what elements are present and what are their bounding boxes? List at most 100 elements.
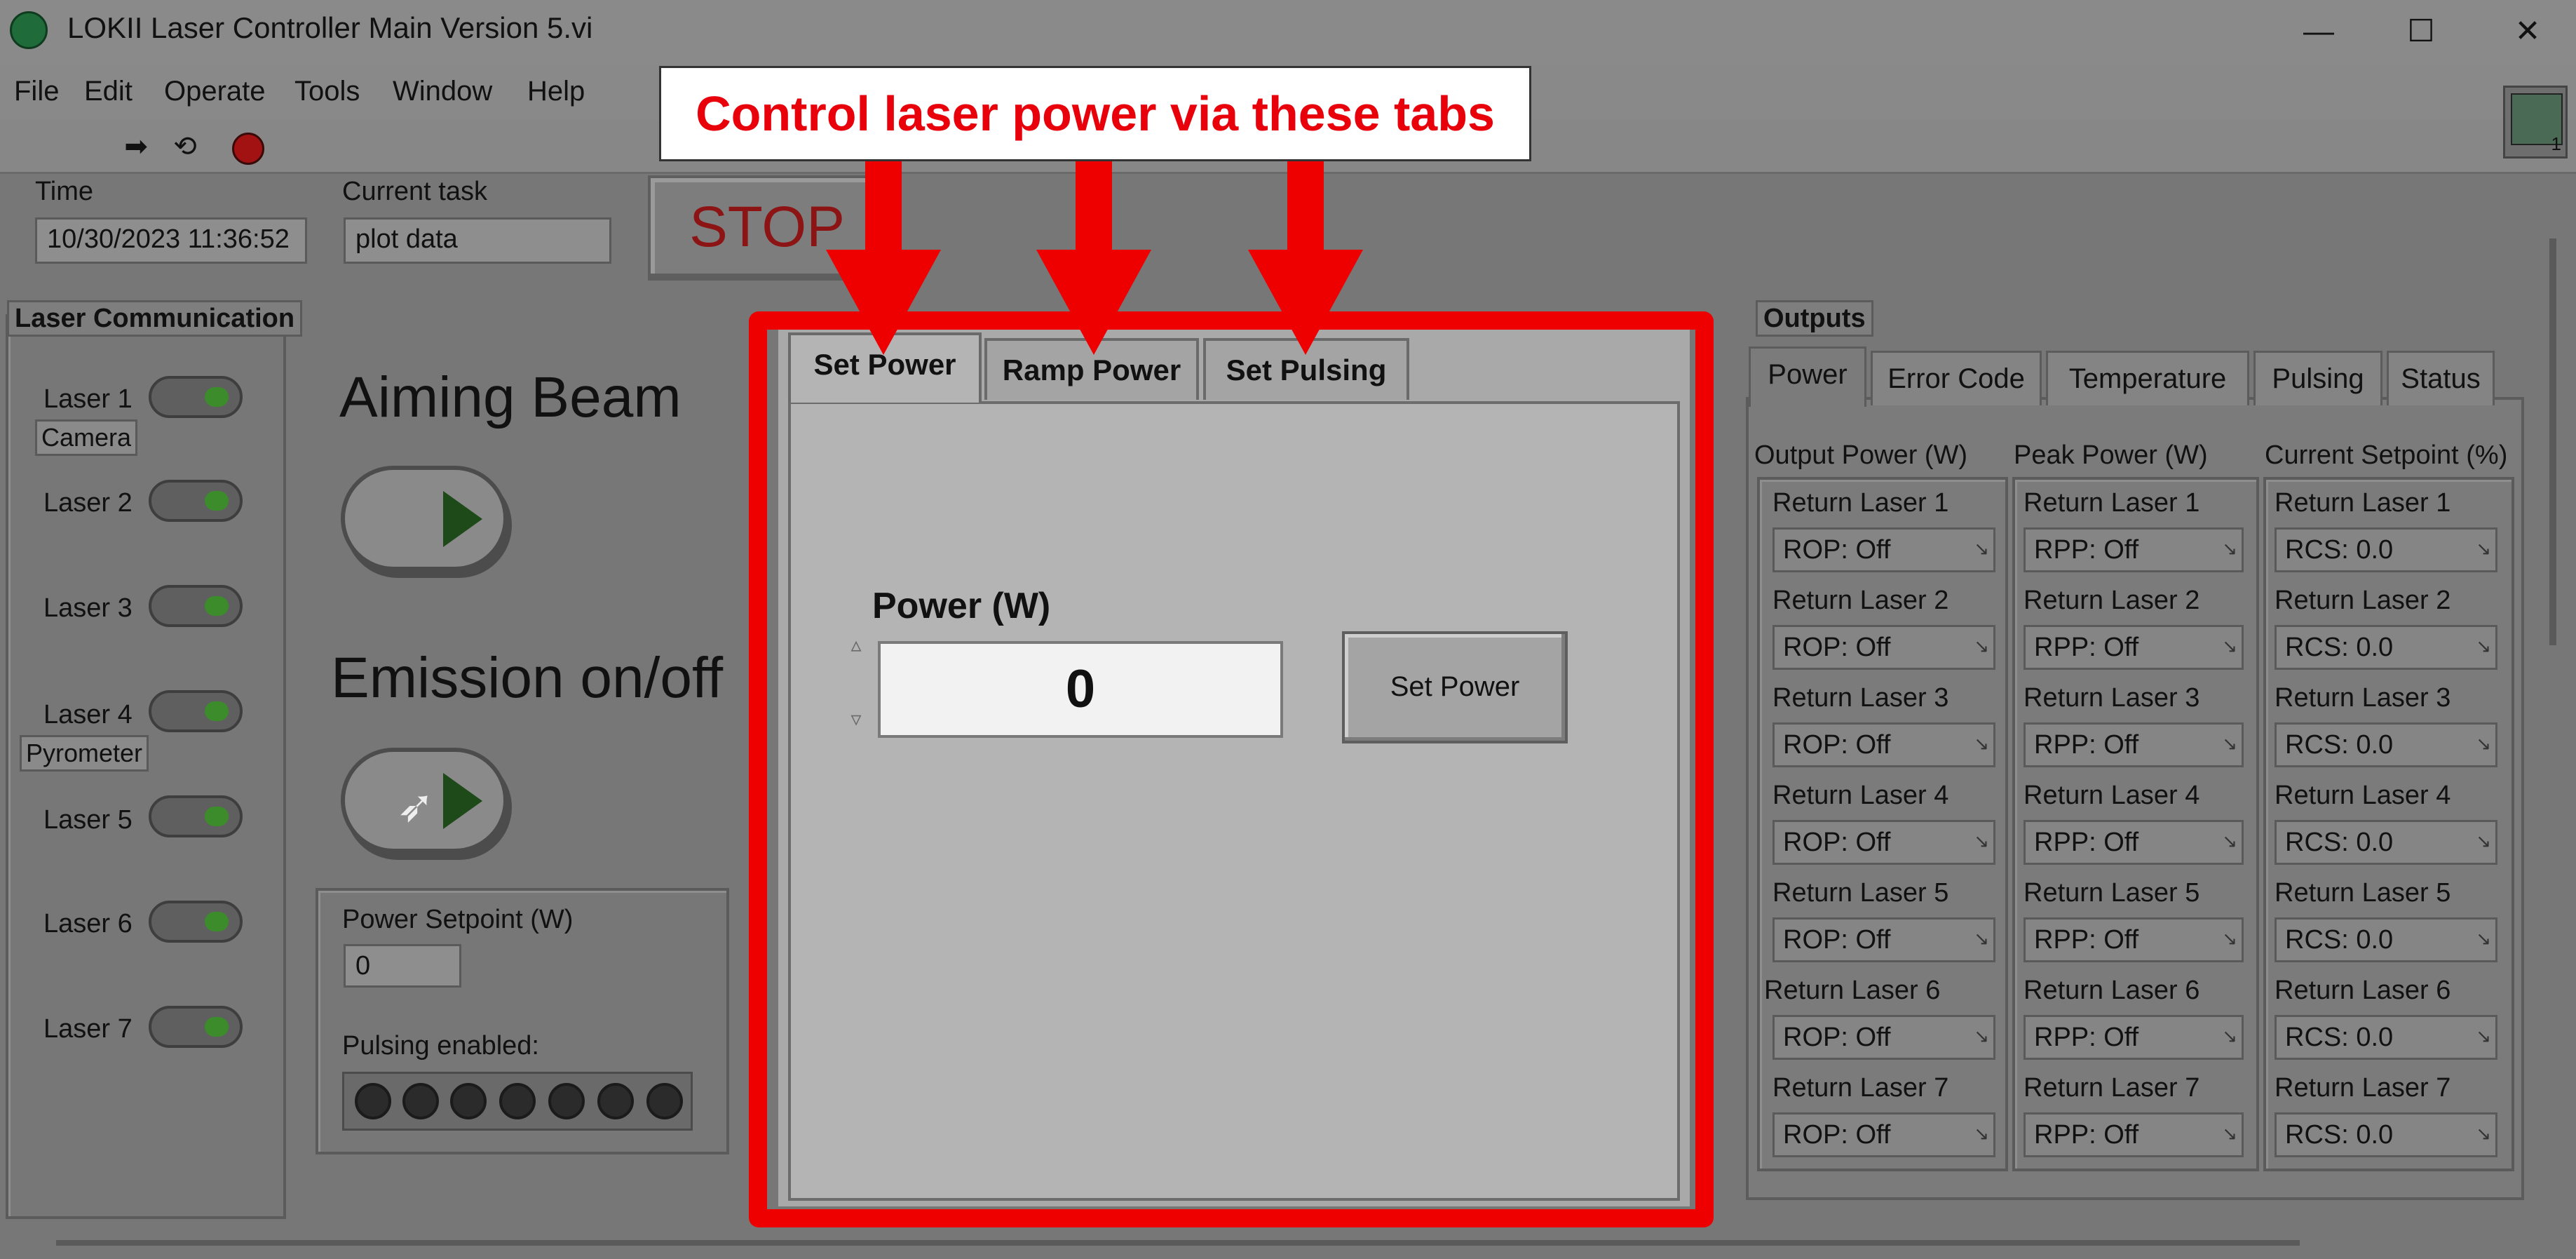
output-cell-label: Return Laser 2 xyxy=(1772,586,1949,615)
laser-2-label: Laser 2 xyxy=(43,488,133,518)
window-title: LOKII Laser Controller Main Version 5.vi xyxy=(67,11,593,44)
menu-help[interactable]: Help xyxy=(527,76,585,107)
laser-6-label: Laser 6 xyxy=(43,909,133,938)
power-setpoint-indicator: 0 xyxy=(344,944,461,988)
output-cell-value: ROP: Off xyxy=(1783,1023,1891,1052)
pulsing-led-7 xyxy=(646,1083,683,1119)
laser-3-label: Laser 3 xyxy=(43,593,133,623)
output-cell-label: Return Laser 4 xyxy=(2023,781,2200,810)
output-cell-label: Return Laser 5 xyxy=(2023,878,2200,908)
resize-corner-icon: ↘ xyxy=(1974,830,1989,851)
output-cell-value: ROP: Off xyxy=(1783,633,1891,662)
output-cell-value: ROP: Off xyxy=(1783,1120,1891,1150)
aiming-beam-toggle[interactable] xyxy=(341,466,508,571)
resize-corner-icon: ↘ xyxy=(2476,830,2491,851)
menu-file[interactable]: File xyxy=(14,76,59,107)
laser-2-led xyxy=(149,480,243,522)
resize-corner-icon: ↘ xyxy=(1974,1025,1989,1046)
pulsing-enabled-label: Pulsing enabled: xyxy=(342,1031,539,1061)
resize-corner-icon: ↘ xyxy=(2222,733,2237,754)
minimize-button[interactable]: — xyxy=(2287,10,2350,53)
abort-stop-icon[interactable] xyxy=(230,130,266,165)
menu-edit[interactable]: Edit xyxy=(84,76,133,107)
output-cell-indicator: RPP: Off ↘ xyxy=(2023,527,2244,572)
aiming-beam-label: Aiming Beam xyxy=(339,365,682,429)
output-cell-value: RCS: 0.0 xyxy=(2285,925,2394,955)
outputs-tab-temperature[interactable]: Temperature xyxy=(2046,351,2249,405)
output-cell-label: Return Laser 7 xyxy=(1772,1073,1949,1103)
outputs-tab-error-code[interactable]: Error Code xyxy=(1871,351,2042,405)
resize-corner-icon: ↘ xyxy=(1974,635,1989,657)
annotation-red-frame xyxy=(749,311,1714,1227)
output-cell-value: RPP: Off xyxy=(2034,633,2139,662)
output-cell-label: Return Laser 4 xyxy=(1772,781,1949,810)
run-arrow-icon[interactable]: ➡ xyxy=(118,130,154,163)
output-power-header: Output Power (W) xyxy=(1754,440,1968,470)
output-cell-value: RCS: 0.0 xyxy=(2285,633,2394,662)
time-indicator: 10/30/2023 11:36:52 xyxy=(35,217,307,264)
output-cell-indicator: RCS: 0.0 ↘ xyxy=(2275,820,2497,865)
menu-window[interactable]: Window xyxy=(393,76,492,107)
resize-corner-icon: ↘ xyxy=(2476,928,2491,949)
resize-corner-icon: ↘ xyxy=(2222,830,2237,851)
laser-6-led xyxy=(149,901,243,943)
output-cell-value: ROP: Off xyxy=(1783,535,1891,565)
output-cell-value: RCS: 0.0 xyxy=(2285,535,2394,565)
close-button[interactable]: ✕ xyxy=(2496,10,2559,53)
output-cell-label: Return Laser 1 xyxy=(2023,488,2200,518)
resize-corner-icon: ↘ xyxy=(2222,1025,2237,1046)
pulsing-led-5 xyxy=(548,1083,585,1119)
output-cell-indicator: ROP: Off ↘ xyxy=(1772,1015,1995,1060)
output-cell-value: RCS: 0.0 xyxy=(2285,1120,2394,1150)
output-cell-indicator: RCS: 0.0 ↘ xyxy=(2275,722,2497,767)
output-cell-value: RPP: Off xyxy=(2034,730,2139,760)
outputs-tab-status[interactable]: Status xyxy=(2387,351,2495,405)
output-cell-indicator: ROP: Off ↘ xyxy=(1772,1112,1995,1157)
laser-7-led xyxy=(149,1006,243,1048)
time-label: Time xyxy=(35,177,94,206)
output-cell-label: Return Laser 2 xyxy=(2275,586,2451,615)
outputs-tab-power[interactable]: Power xyxy=(1749,346,1866,407)
vi-connector-icon: 1 xyxy=(2503,86,2568,159)
run-continuously-icon[interactable]: ⟲ xyxy=(167,130,203,163)
output-cell-value: RCS: 0.0 xyxy=(2285,828,2394,857)
resize-corner-icon: ↘ xyxy=(2476,1123,2491,1144)
pulsing-led-1 xyxy=(355,1083,391,1119)
output-cell-label: Return Laser 6 xyxy=(2023,976,2200,1005)
menu-operate[interactable]: Operate xyxy=(164,76,266,107)
output-cell-label: Return Laser 1 xyxy=(1772,488,1949,518)
output-cell-label: Return Laser 7 xyxy=(2275,1073,2451,1103)
laser-7-label: Laser 7 xyxy=(43,1014,133,1044)
laser-5-label: Laser 5 xyxy=(43,805,133,835)
resize-corner-icon: ↘ xyxy=(2476,635,2491,657)
output-cell-value: RPP: Off xyxy=(2034,535,2139,565)
annotation-arrow-1-shaft xyxy=(865,161,902,253)
output-cell-indicator: RPP: Off ↘ xyxy=(2023,820,2244,865)
annotation-arrow-2-head xyxy=(1036,250,1151,355)
laser-3-led xyxy=(149,585,243,627)
output-cell-value: RPP: Off xyxy=(2034,828,2139,857)
output-cell-indicator: RPP: Off ↘ xyxy=(2023,917,2244,962)
output-cell-indicator: RCS: 0.0 ↘ xyxy=(2275,527,2497,572)
output-cell-label: Return Laser 3 xyxy=(2275,683,2451,713)
output-cell-label: Return Laser 6 xyxy=(2275,976,2451,1005)
horizontal-scrollbar[interactable] xyxy=(56,1240,2300,1246)
output-cell-value: RCS: 0.0 xyxy=(2285,730,2394,760)
pulsing-led-2 xyxy=(402,1083,439,1119)
vertical-scrollbar[interactable] xyxy=(2549,238,2556,645)
output-cell-label: Return Laser 6 xyxy=(1764,976,1941,1005)
annotation-arrow-1-head xyxy=(826,250,941,355)
pulsing-led-3 xyxy=(450,1083,487,1119)
maximize-button[interactable]: ☐ xyxy=(2389,10,2453,53)
output-cell-value: RCS: 0.0 xyxy=(2285,1023,2394,1052)
menu-tools[interactable]: Tools xyxy=(294,76,360,107)
outputs-tab-pulsing[interactable]: Pulsing xyxy=(2253,351,2382,405)
power-setpoint-label: Power Setpoint (W) xyxy=(342,905,574,934)
resize-corner-icon: ↘ xyxy=(2222,635,2237,657)
outputs-title: Outputs xyxy=(1756,300,1873,337)
annotation-arrow-2-shaft xyxy=(1076,161,1112,253)
output-cell-label: Return Laser 3 xyxy=(2023,683,2200,713)
annotation-callout-text: Control laser power via these tabs xyxy=(696,86,1495,141)
emission-label: Emission on/off xyxy=(331,646,724,710)
output-cell-indicator: ROP: Off ↘ xyxy=(1772,917,1995,962)
